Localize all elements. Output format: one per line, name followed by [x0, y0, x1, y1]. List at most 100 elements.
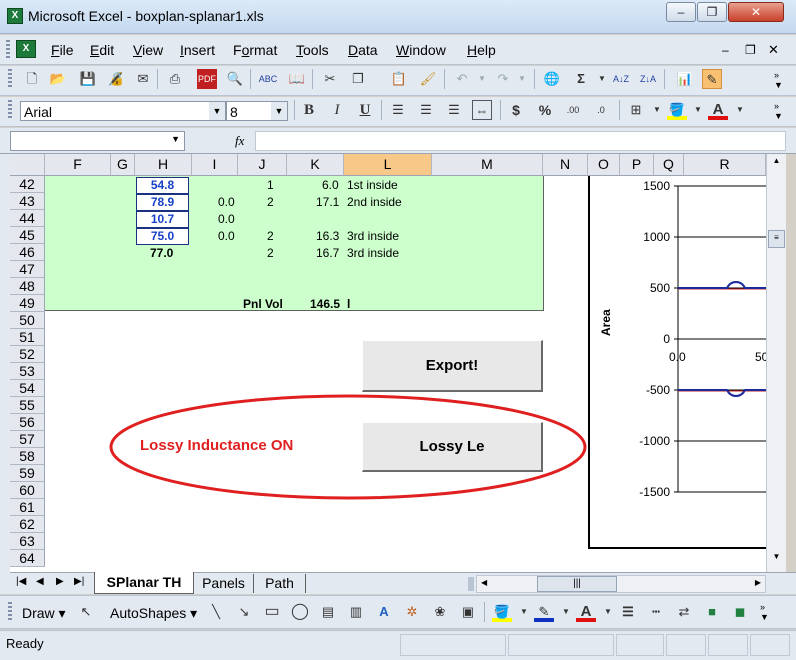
undo-dropdown-icon[interactable]: ▼ — [472, 69, 492, 89]
save-icon[interactable]: 💾 — [78, 69, 98, 89]
cell-h46[interactable]: 77.0 — [150, 245, 173, 261]
borders-icon[interactable]: ⊞ — [626, 100, 646, 120]
print-preview-icon[interactable]: 🔍 — [225, 69, 245, 89]
hyperlink-icon[interactable]: 🌐 — [542, 69, 562, 89]
column-header[interactable]: R — [684, 154, 766, 176]
cut-icon[interactable]: ✂ — [320, 69, 340, 89]
input-cell-h45[interactable]: 75.0 — [136, 228, 189, 245]
fill-dropdown-icon[interactable]: ▼ — [514, 602, 534, 622]
tab-split-handle[interactable] — [468, 577, 474, 591]
column-header[interactable]: N — [543, 154, 588, 176]
arrow-icon[interactable]: ↘ — [234, 602, 254, 622]
fill-color-icon[interactable]: 🪣 — [667, 100, 687, 120]
row-header[interactable]: 45 — [10, 227, 45, 244]
cell-j45[interactable]: 2 — [267, 228, 274, 244]
cell-k42[interactable]: 6.0 — [322, 177, 339, 193]
decrease-decimal-icon[interactable]: .0 — [591, 100, 611, 120]
menu-file[interactable]: File — [51, 42, 74, 58]
bold-button[interactable]: B — [299, 100, 319, 120]
copy-icon[interactable]: ❐ — [348, 69, 368, 89]
menu-insert[interactable]: Insert — [180, 42, 215, 58]
column-header[interactable]: K — [287, 154, 344, 176]
h-scroll-thumb[interactable]: ||| — [537, 576, 617, 592]
oval-icon[interactable]: ◯ — [290, 602, 310, 622]
row-header[interactable]: 63 — [10, 533, 45, 550]
align-right-icon[interactable]: ☰ — [444, 100, 464, 120]
select-all-corner[interactable] — [10, 154, 45, 176]
row-header[interactable]: 42 — [10, 176, 45, 193]
font-color-dropdown-icon[interactable]: ▼ — [730, 100, 750, 120]
tab-prev-icon[interactable]: ◀ — [36, 576, 44, 587]
toolbar-grip[interactable] — [8, 100, 12, 120]
cell-i43[interactable]: 0.0 — [218, 194, 235, 210]
merge-center-icon[interactable]: ⇔ — [472, 100, 492, 120]
row-header[interactable]: 54 — [10, 380, 45, 397]
workbook-icon[interactable]: X — [16, 40, 36, 58]
font-color-icon[interactable]: A — [576, 602, 596, 622]
name-box[interactable]: ▼ — [10, 131, 185, 151]
toolbar-grip[interactable] — [8, 69, 12, 89]
input-cell-h42[interactable]: 54.8 — [136, 177, 189, 194]
scroll-down-icon[interactable]: ▼ — [769, 552, 784, 567]
line-style-icon[interactable]: ☰ — [618, 602, 638, 622]
row-header[interactable]: 51 — [10, 329, 45, 346]
italic-button[interactable]: I — [327, 100, 347, 120]
vertical-scrollbar[interactable]: ▲ ≡ ▼ — [766, 154, 786, 572]
chart-wizard-icon[interactable]: 📊 — [675, 69, 695, 89]
menu-edit[interactable]: Edit — [90, 42, 114, 58]
column-header[interactable]: M — [432, 154, 543, 176]
textbox-icon[interactable]: ▤ — [318, 602, 338, 622]
formula-input[interactable] — [255, 131, 786, 151]
toolbar-options-icon[interactable]: » ▼ — [760, 602, 769, 622]
font-name-box[interactable]: Arial ▼ — [20, 101, 226, 121]
pdf-icon[interactable]: PDF — [197, 69, 217, 89]
row-header[interactable]: 57 — [10, 431, 45, 448]
export-button[interactable]: Export! — [362, 340, 543, 392]
cell-j43[interactable]: 2 — [267, 194, 274, 210]
cell-k46[interactable]: 16.7 — [316, 245, 339, 261]
undo-icon[interactable]: ↶ — [452, 69, 472, 89]
font-color-dropdown-icon[interactable]: ▼ — [598, 602, 618, 622]
permission-icon[interactable]: 🔏 — [106, 69, 126, 89]
worksheet[interactable]: F G H I J K L M N O P Q R 42 43 44 45 46 47 48… — [10, 154, 766, 572]
cell-i44[interactable]: 0.0 — [218, 211, 235, 227]
excel-app-icon[interactable]: X — [7, 8, 23, 24]
close-button[interactable]: ✕ — [728, 2, 784, 22]
draw-menu[interactable]: Draw ▾ — [22, 605, 66, 622]
row-header[interactable]: 64 — [10, 550, 45, 567]
scroll-thumb[interactable]: ≡ — [768, 230, 785, 248]
borders-dropdown-icon[interactable]: ▼ — [647, 100, 667, 120]
row-header[interactable]: 50 — [10, 312, 45, 329]
font-color-icon[interactable]: A — [708, 100, 728, 120]
clipart-icon[interactable]: ❀ — [430, 602, 450, 622]
cell-k45[interactable]: 16.3 — [316, 228, 339, 244]
autosum-dropdown-icon[interactable]: ▼ — [592, 69, 612, 89]
fill-color-icon[interactable]: 🪣 — [492, 602, 512, 622]
line-icon[interactable]: ╲ — [206, 602, 226, 622]
autosum-icon[interactable]: Σ — [571, 69, 591, 89]
align-left-icon[interactable]: ☰ — [388, 100, 408, 120]
doc-close-icon[interactable]: ✕ — [768, 42, 779, 58]
cell-l42[interactable]: 1st inside — [347, 177, 398, 193]
scroll-right-icon[interactable]: ▶ — [755, 578, 761, 587]
row-header[interactable]: 49 — [10, 295, 45, 312]
cell-l43[interactable]: 2nd inside — [347, 194, 402, 210]
input-cell-h43[interactable]: 78.9 — [136, 194, 189, 211]
font-dropdown-icon[interactable]: ▼ — [209, 102, 225, 120]
shadow-icon[interactable]: ■ — [702, 602, 722, 622]
autoshapes-menu[interactable]: AutoShapes ▾ — [110, 605, 197, 622]
row-header[interactable]: 53 — [10, 363, 45, 380]
underline-button[interactable]: U — [355, 100, 375, 120]
row-header[interactable]: 62 — [10, 516, 45, 533]
tab-last-icon[interactable]: ▶| — [74, 576, 84, 587]
menu-help[interactable]: Help — [467, 42, 496, 58]
format-painter-icon[interactable]: 🖌 — [418, 69, 438, 89]
insert-function-icon[interactable]: fx — [235, 133, 244, 149]
rectangle-icon[interactable]: ▭ — [262, 602, 282, 622]
paste-icon[interactable]: 📋 — [389, 69, 409, 89]
column-header[interactable]: I — [192, 154, 238, 176]
new-icon[interactable]: 🗋 — [22, 69, 42, 89]
cell-l45[interactable]: 3rd inside — [347, 228, 399, 244]
align-center-icon[interactable]: ☰ — [416, 100, 436, 120]
restore-button[interactable]: ❐ — [697, 2, 727, 22]
